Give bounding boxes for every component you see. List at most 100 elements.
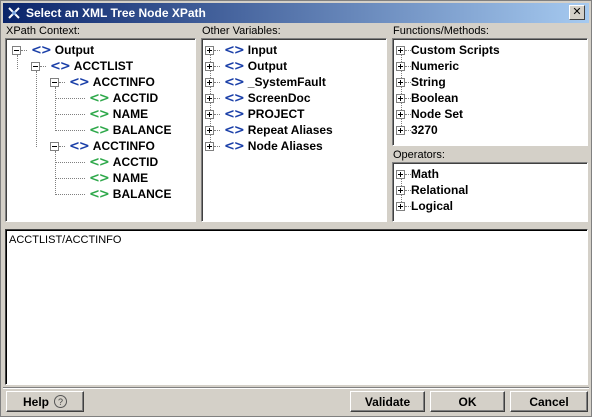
tree-node-balance-2[interactable]: <> BALANCE (55, 186, 171, 202)
xml-leaf-icon: <> (89, 122, 110, 138)
operator-label: Relational (411, 183, 469, 197)
variable-item-screendoc[interactable]: <> ScreenDoc (205, 90, 311, 106)
collapse-icon[interactable] (12, 45, 21, 55)
function-label: Node Set (411, 107, 464, 121)
expand-icon[interactable] (205, 77, 214, 87)
xml-element-icon: <> (224, 138, 245, 154)
operator-item-relational[interactable]: Relational (396, 182, 468, 198)
variable-item-repeat-aliases[interactable]: <> Repeat Aliases (205, 122, 333, 138)
variable-label: Node Aliases (247, 139, 323, 153)
variable-item-project[interactable]: <> PROJECT (205, 106, 304, 122)
xpath-context-label: XPath Context: (6, 25, 80, 37)
expand-icon[interactable] (396, 201, 405, 211)
other-variables-label: Other Variables: (202, 25, 281, 37)
tree-node-label: BALANCE (112, 187, 172, 201)
tree-node-label: ACCTINFO (92, 75, 155, 89)
tree-node-label: NAME (112, 107, 149, 121)
functions-tree[interactable]: Custom Scripts Numeric String Boolean No… (392, 38, 588, 146)
other-variables-tree[interactable]: <> Input <> Output <> _SystemFault <> Sc… (201, 38, 387, 222)
operators-tree[interactable]: Math Relational Logical (392, 162, 588, 222)
variable-item-output[interactable]: <> Output (205, 58, 287, 74)
tree-node-output[interactable]: <> Output (12, 42, 94, 58)
tree-node-label: BALANCE (112, 123, 172, 137)
tree-node-acctlist[interactable]: <> ACCTLIST (31, 58, 133, 74)
tree-node-name-2[interactable]: <> NAME (55, 170, 148, 186)
expand-icon[interactable] (396, 93, 405, 103)
validate-button-label: Validate (364, 394, 411, 409)
variable-label: Input (247, 43, 278, 57)
xml-leaf-icon: <> (89, 106, 110, 122)
xml-element-icon: <> (224, 74, 245, 90)
function-item-3270[interactable]: 3270 (396, 122, 438, 138)
variable-label: Repeat Aliases (247, 123, 333, 137)
collapse-icon[interactable] (31, 61, 40, 71)
xml-element-icon: <> (224, 42, 245, 58)
function-item-numeric[interactable]: Numeric (396, 58, 459, 74)
expand-icon[interactable] (205, 61, 214, 71)
xml-leaf-icon: <> (89, 154, 110, 170)
function-label: Boolean (411, 91, 459, 105)
variable-label: PROJECT (247, 107, 305, 121)
function-label: String (411, 75, 446, 89)
tree-node-label: NAME (112, 171, 149, 185)
expand-icon[interactable] (205, 125, 214, 135)
ok-button[interactable]: OK (430, 391, 505, 412)
tree-node-balance[interactable]: <> BALANCE (55, 122, 171, 138)
operator-label: Logical (411, 199, 454, 213)
expand-icon[interactable] (396, 169, 405, 179)
expand-icon[interactable] (205, 93, 214, 103)
tree-node-acctid-2[interactable]: <> ACCTID (55, 154, 158, 170)
help-button-label: Help (22, 394, 49, 409)
xml-leaf-icon: <> (89, 186, 110, 202)
variable-label: ScreenDoc (247, 91, 311, 105)
function-label: Custom Scripts (411, 43, 500, 57)
variable-item-input[interactable]: <> Input (205, 42, 277, 58)
function-item-custom-scripts[interactable]: Custom Scripts (396, 42, 500, 58)
tree-node-label: Output (54, 43, 95, 57)
ok-button-label: OK (458, 394, 477, 409)
operator-item-math[interactable]: Math (396, 166, 439, 182)
xpath-expression-input[interactable]: ACCTLIST/ACCTINFO (5, 229, 588, 385)
tree-node-acctinfo[interactable]: <> ACCTINFO (50, 74, 155, 90)
expand-icon[interactable] (205, 109, 214, 119)
app-icon (6, 5, 22, 21)
expand-icon[interactable] (396, 45, 405, 55)
expand-icon[interactable] (396, 185, 405, 195)
function-item-boolean[interactable]: Boolean (396, 90, 458, 106)
variable-label: Output (247, 59, 288, 73)
variable-item-systemfault[interactable]: <> _SystemFault (205, 74, 326, 90)
xml-leaf-icon: <> (89, 90, 110, 106)
window-title: Select an XML Tree Node XPath (26, 6, 206, 20)
expand-icon[interactable] (396, 125, 405, 135)
tree-node-acctinfo-2[interactable]: <> ACCTINFO (50, 138, 155, 154)
close-icon: ✕ (572, 6, 582, 18)
expand-icon[interactable] (205, 45, 214, 55)
button-separator (3, 387, 589, 389)
function-item-string[interactable]: String (396, 74, 446, 90)
xpath-context-tree[interactable]: <> Output <> ACCTLIST <> ACCTINFO <> ACC… (5, 38, 196, 222)
tree-node-acctid[interactable]: <> ACCTID (55, 90, 158, 106)
xml-element-icon: <> (224, 58, 245, 74)
collapse-icon[interactable] (50, 141, 59, 151)
expand-icon[interactable] (396, 61, 405, 71)
expand-icon[interactable] (396, 77, 405, 87)
help-button[interactable]: Help ? (6, 391, 84, 412)
function-item-node-set[interactable]: Node Set (396, 106, 463, 122)
collapse-icon[interactable] (50, 77, 59, 87)
tree-node-label: ACCTINFO (92, 139, 155, 153)
operator-item-logical[interactable]: Logical (396, 198, 453, 214)
expand-icon[interactable] (396, 109, 405, 119)
function-label: Numeric (411, 59, 460, 73)
tree-node-label: ACCTID (112, 155, 159, 169)
help-icon: ? (54, 395, 67, 408)
title-bar: Select an XML Tree Node XPath ✕ (3, 3, 589, 23)
variable-item-node-aliases[interactable]: <> Node Aliases (205, 138, 323, 154)
variable-label: _SystemFault (247, 75, 326, 89)
expand-icon[interactable] (205, 141, 214, 151)
tree-node-name[interactable]: <> NAME (55, 106, 148, 122)
cancel-button[interactable]: Cancel (510, 391, 588, 412)
validate-button[interactable]: Validate (350, 391, 425, 412)
xml-leaf-icon: <> (89, 170, 110, 186)
close-button[interactable]: ✕ (569, 5, 585, 20)
functions-label: Functions/Methods: (393, 25, 489, 37)
